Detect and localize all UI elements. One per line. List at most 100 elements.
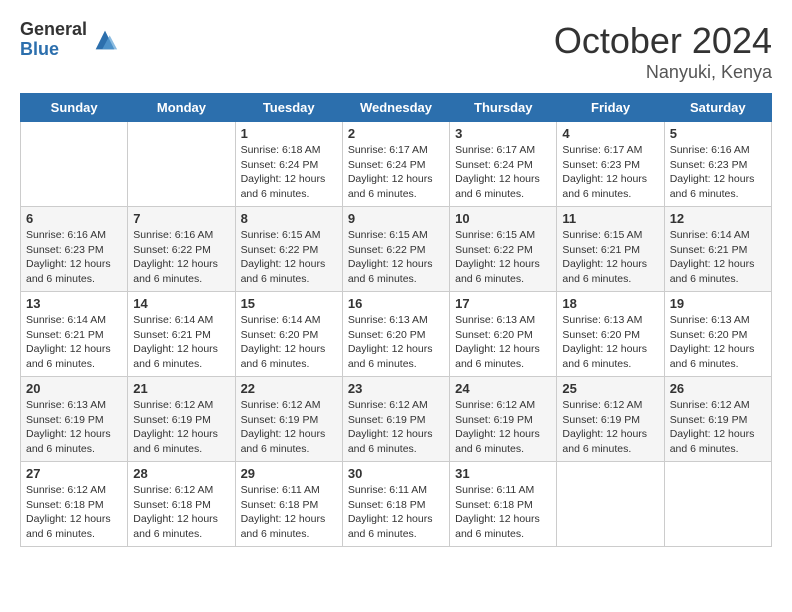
- day-number: 14: [133, 296, 229, 311]
- weekday-header-saturday: Saturday: [664, 94, 771, 122]
- day-number: 4: [562, 126, 658, 141]
- day-number: 5: [670, 126, 766, 141]
- day-number: 30: [348, 466, 444, 481]
- day-number: 27: [26, 466, 122, 481]
- day-number: 20: [26, 381, 122, 396]
- calendar-week-row: 20Sunrise: 6:13 AMSunset: 6:19 PMDayligh…: [21, 377, 772, 462]
- calendar-cell: 1Sunrise: 6:18 AMSunset: 6:24 PMDaylight…: [235, 122, 342, 207]
- day-number: 15: [241, 296, 337, 311]
- calendar-cell: [557, 462, 664, 547]
- calendar-cell: 30 Sunrise: 6:11 AMSunset: 6:18 PMDayligh…: [342, 462, 449, 547]
- day-info: Sunrise: 6:17 AMSunset: 6:24 PMDaylight:…: [348, 143, 444, 202]
- weekday-header-row: SundayMondayTuesdayWednesdayThursdayFrid…: [21, 94, 772, 122]
- calendar-cell: 18 Sunrise: 6:13 AMSunset: 6:20 PMDayligh…: [557, 292, 664, 377]
- calendar-cell: 27 Sunrise: 6:12 AMSunset: 6:18 PMDayligh…: [21, 462, 128, 547]
- day-number: 23: [348, 381, 444, 396]
- day-info: Sunrise: 6:12 AMSunset: 6:19 PMDaylight:…: [455, 398, 551, 457]
- weekday-header-sunday: Sunday: [21, 94, 128, 122]
- day-info: Sunrise: 6:14 AMSunset: 6:20 PMDaylight:…: [241, 313, 337, 372]
- calendar-week-row: 6 Sunrise: 6:16 AMSunset: 6:23 PMDaylight…: [21, 207, 772, 292]
- calendar-cell: 17Sunrise: 6:13 AMSunset: 6:20 PMDayligh…: [450, 292, 557, 377]
- calendar-cell: 2 Sunrise: 6:17 AMSunset: 6:24 PMDaylight…: [342, 122, 449, 207]
- page-header: General Blue October 2024 Nanyuki, Kenya: [20, 20, 772, 83]
- day-info: Sunrise: 6:13 AMSunset: 6:20 PMDaylight:…: [348, 313, 444, 372]
- day-info: Sunrise: 6:14 AMSunset: 6:21 PMDaylight:…: [670, 228, 766, 287]
- weekday-header-wednesday: Wednesday: [342, 94, 449, 122]
- calendar-cell: 9 Sunrise: 6:15 AMSunset: 6:22 PMDaylight…: [342, 207, 449, 292]
- calendar-cell: 22Sunrise: 6:12 AMSunset: 6:19 PMDayligh…: [235, 377, 342, 462]
- day-info: Sunrise: 6:11 AMSunset: 6:18 PMDaylight:…: [348, 483, 444, 542]
- day-info: Sunrise: 6:15 AMSunset: 6:22 PMDaylight:…: [348, 228, 444, 287]
- day-info: Sunrise: 6:17 AMSunset: 6:24 PMDaylight:…: [455, 143, 551, 202]
- day-info: Sunrise: 6:12 AMSunset: 6:18 PMDaylight:…: [26, 483, 122, 542]
- calendar-cell: 11Sunrise: 6:15 AMSunset: 6:21 PMDayligh…: [557, 207, 664, 292]
- day-number: 2: [348, 126, 444, 141]
- day-info: Sunrise: 6:16 AMSunset: 6:23 PMDaylight:…: [26, 228, 122, 287]
- day-info: Sunrise: 6:11 AMSunset: 6:18 PMDaylight:…: [241, 483, 337, 542]
- calendar-cell: 25 Sunrise: 6:12 AMSunset: 6:19 PMDayligh…: [557, 377, 664, 462]
- calendar-cell: 5 Sunrise: 6:16 AMSunset: 6:23 PMDaylight…: [664, 122, 771, 207]
- day-number: 24: [455, 381, 551, 396]
- calendar-cell: [664, 462, 771, 547]
- day-number: 16: [348, 296, 444, 311]
- calendar-cell: 24 Sunrise: 6:12 AMSunset: 6:19 PMDayligh…: [450, 377, 557, 462]
- day-info: Sunrise: 6:12 AMSunset: 6:19 PMDaylight:…: [562, 398, 658, 457]
- day-info: Sunrise: 6:11 AMSunset: 6:18 PMDaylight:…: [455, 483, 551, 542]
- day-info: Sunrise: 6:16 AMSunset: 6:22 PMDaylight:…: [133, 228, 229, 287]
- day-number: 21: [133, 381, 229, 396]
- day-info: Sunrise: 6:15 AMSunset: 6:22 PMDaylight:…: [455, 228, 551, 287]
- calendar-cell: 16 Sunrise: 6:13 AMSunset: 6:20 PMDayligh…: [342, 292, 449, 377]
- weekday-header-friday: Friday: [557, 94, 664, 122]
- day-info: Sunrise: 6:12 AMSunset: 6:19 PMDaylight:…: [670, 398, 766, 457]
- calendar-week-row: 1Sunrise: 6:18 AMSunset: 6:24 PMDaylight…: [21, 122, 772, 207]
- logo-icon: [91, 26, 119, 54]
- day-number: 8: [241, 211, 337, 226]
- day-number: 6: [26, 211, 122, 226]
- calendar-cell: 29Sunrise: 6:11 AMSunset: 6:18 PMDayligh…: [235, 462, 342, 547]
- day-number: 25: [562, 381, 658, 396]
- day-info: Sunrise: 6:14 AMSunset: 6:21 PMDaylight:…: [133, 313, 229, 372]
- day-info: Sunrise: 6:14 AMSunset: 6:21 PMDaylight:…: [26, 313, 122, 372]
- calendar-cell: 28 Sunrise: 6:12 AMSunset: 6:18 PMDayligh…: [128, 462, 235, 547]
- day-number: 13: [26, 296, 122, 311]
- calendar-cell: 31 Sunrise: 6:11 AMSunset: 6:18 PMDayligh…: [450, 462, 557, 547]
- day-number: 3: [455, 126, 551, 141]
- calendar-cell: 15 Sunrise: 6:14 AMSunset: 6:20 PMDayligh…: [235, 292, 342, 377]
- day-number: 1: [241, 126, 337, 141]
- day-number: 22: [241, 381, 337, 396]
- day-number: 18: [562, 296, 658, 311]
- day-info: Sunrise: 6:12 AMSunset: 6:18 PMDaylight:…: [133, 483, 229, 542]
- calendar-table: SundayMondayTuesdayWednesdayThursdayFrid…: [20, 93, 772, 547]
- calendar-cell: 13 Sunrise: 6:14 AMSunset: 6:21 PMDayligh…: [21, 292, 128, 377]
- day-number: 31: [455, 466, 551, 481]
- day-info: Sunrise: 6:15 AMSunset: 6:21 PMDaylight:…: [562, 228, 658, 287]
- day-number: 7: [133, 211, 229, 226]
- calendar-week-row: 27 Sunrise: 6:12 AMSunset: 6:18 PMDayligh…: [21, 462, 772, 547]
- day-info: Sunrise: 6:12 AMSunset: 6:19 PMDaylight:…: [133, 398, 229, 457]
- calendar-cell: [128, 122, 235, 207]
- calendar-cell: 19Sunrise: 6:13 AMSunset: 6:20 PMDayligh…: [664, 292, 771, 377]
- day-number: 26: [670, 381, 766, 396]
- calendar-cell: 6 Sunrise: 6:16 AMSunset: 6:23 PMDaylight…: [21, 207, 128, 292]
- calendar-cell: 26 Sunrise: 6:12 AMSunset: 6:19 PMDayligh…: [664, 377, 771, 462]
- day-info: Sunrise: 6:15 AMSunset: 6:22 PMDaylight:…: [241, 228, 337, 287]
- calendar-cell: 20Sunrise: 6:13 AMSunset: 6:19 PMDayligh…: [21, 377, 128, 462]
- day-number: 12: [670, 211, 766, 226]
- location-title: Nanyuki, Kenya: [554, 62, 772, 83]
- title-block: October 2024 Nanyuki, Kenya: [554, 20, 772, 83]
- calendar-week-row: 13 Sunrise: 6:14 AMSunset: 6:21 PMDayligh…: [21, 292, 772, 377]
- day-number: 10: [455, 211, 551, 226]
- day-info: Sunrise: 6:16 AMSunset: 6:23 PMDaylight:…: [670, 143, 766, 202]
- calendar-cell: 3 Sunrise: 6:17 AMSunset: 6:24 PMDaylight…: [450, 122, 557, 207]
- logo-general-text: General: [20, 20, 87, 40]
- day-number: 28: [133, 466, 229, 481]
- day-number: 17: [455, 296, 551, 311]
- day-info: Sunrise: 6:12 AMSunset: 6:19 PMDaylight:…: [348, 398, 444, 457]
- calendar-cell: 10 Sunrise: 6:15 AMSunset: 6:22 PMDayligh…: [450, 207, 557, 292]
- weekday-header-tuesday: Tuesday: [235, 94, 342, 122]
- day-number: 9: [348, 211, 444, 226]
- calendar-cell: [21, 122, 128, 207]
- weekday-header-thursday: Thursday: [450, 94, 557, 122]
- day-info: Sunrise: 6:13 AMSunset: 6:20 PMDaylight:…: [562, 313, 658, 372]
- calendar-cell: 8 Sunrise: 6:15 AMSunset: 6:22 PMDaylight…: [235, 207, 342, 292]
